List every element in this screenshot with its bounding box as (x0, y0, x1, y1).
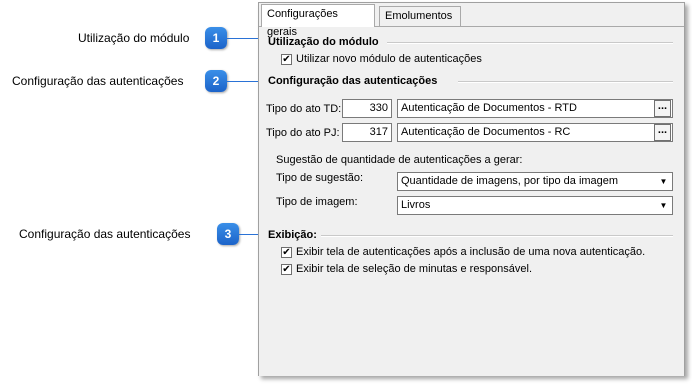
tipo-ato-td-desc-input[interactable]: Autenticação de Documentos - RTD (397, 99, 673, 118)
callout-text-2: Configuração das autenticações (12, 74, 184, 88)
tipo-imagem-dropdown-icon[interactable]: ▼ (656, 198, 671, 213)
tipo-ato-td-lookup-button[interactable]: ... (654, 100, 671, 117)
tipo-sugestao-select[interactable]: Quantidade de imagens, por tipo da image… (397, 172, 673, 191)
section-title-autenticacoes: Configuração das autenticações (268, 75, 438, 87)
callout-badge-1: 1 (205, 27, 227, 49)
callout-text-3: Configuração das autenticações (19, 227, 191, 241)
checkbox-novo-modulo[interactable]: ✔ (281, 54, 292, 65)
tipo-ato-pj-lookup-button[interactable]: ... (654, 124, 671, 141)
section-divider-autenticacoes (458, 81, 673, 83)
tipo-ato-td-label: Tipo do ato TD: (266, 103, 342, 115)
checkbox-exibir-autenticacoes[interactable]: ✔ (281, 247, 292, 258)
sugestao-heading: Sugestão de quantidade de autenticações … (276, 154, 523, 166)
callout-badge-3: 3 (217, 223, 239, 245)
settings-window: Configurações gerais Emolumentos Utiliza… (258, 2, 685, 376)
tipo-ato-pj-label: Tipo do ato PJ: (266, 127, 340, 139)
section-divider-exibicao (321, 235, 673, 237)
callout-text-1: Utilização do módulo (78, 31, 190, 45)
settings-panel: Utilização do módulo ✔ Utilizar novo mód… (259, 26, 684, 376)
tipo-sugestao-dropdown-icon[interactable]: ▼ (656, 174, 671, 189)
tab-bar: Configurações gerais Emolumentos (259, 3, 684, 38)
callout-badge-2: 2 (205, 70, 227, 92)
section-divider-modulo (387, 42, 673, 44)
tipo-imagem-label: Tipo de imagem: (276, 196, 358, 208)
tipo-ato-pj-desc-input[interactable]: Autenticação de Documentos - RC (397, 123, 673, 142)
checkbox-exibir-autenticacoes-label: Exibir tela de autenticações após a incl… (296, 246, 646, 258)
checkbox-exibir-minutas-label: Exibir tela de seleção de minutas e resp… (296, 263, 533, 275)
tipo-ato-td-code-input[interactable]: 330 (342, 99, 392, 118)
tab-configuracoes-gerais[interactable]: Configurações gerais (261, 4, 375, 38)
checkbox-exibir-minutas[interactable]: ✔ (281, 264, 292, 275)
tipo-imagem-select[interactable]: Livros (397, 196, 673, 215)
checkbox-novo-modulo-label: Utilizar novo módulo de autenticações (296, 53, 482, 65)
tipo-ato-pj-code-input[interactable]: 317 (342, 123, 392, 142)
tipo-sugestao-label: Tipo de sugestão: (276, 172, 364, 184)
section-title-exibicao: Exibição: (268, 229, 317, 241)
tab-emolumentos[interactable]: Emolumentos (379, 6, 461, 26)
